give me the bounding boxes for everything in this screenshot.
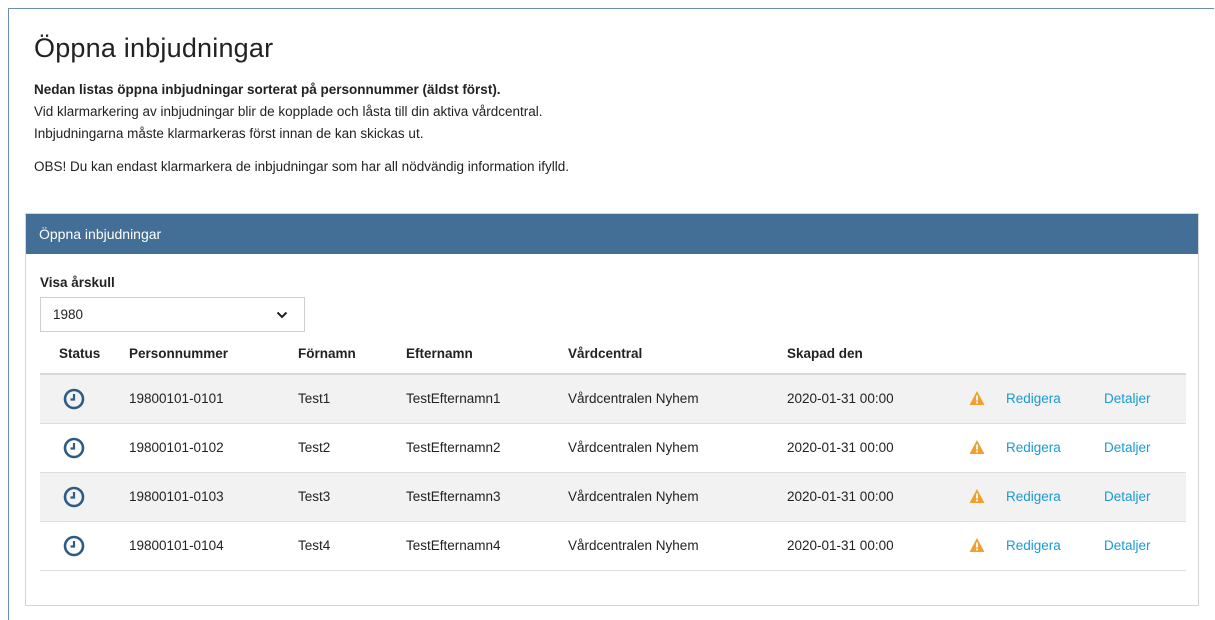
year-select[interactable]: 1980	[40, 297, 305, 332]
page-title: Öppna inbjudningar	[34, 33, 274, 63]
table-row: 19800101-0101 Test1 TestEfternamn1 Vårdc…	[40, 375, 1186, 424]
edit-link[interactable]: Redigera	[1006, 440, 1061, 455]
clock-icon	[63, 486, 85, 508]
intro-line: Inbjudningarna måste klarmarkeras först …	[34, 126, 424, 141]
cell-efternamn: TestEfternamn4	[406, 538, 501, 553]
column-header-fornamn: Förnamn	[298, 346, 356, 361]
details-link[interactable]: Detaljer	[1104, 489, 1151, 504]
cell-efternamn: TestEfternamn2	[406, 440, 501, 455]
cell-fornamn: Test2	[298, 440, 331, 455]
column-header-skapad: Skapad den	[787, 346, 863, 361]
cell-vardcentral: Vårdcentralen Nyhem	[568, 440, 699, 455]
cell-skapad: 2020-01-31 00:00	[787, 489, 894, 504]
cell-efternamn: TestEfternamn3	[406, 489, 501, 504]
obs-note: OBS! Du kan endast klarmarkera de inbjud…	[34, 159, 570, 174]
cell-vardcentral: Vårdcentralen Nyhem	[568, 538, 699, 553]
warning-icon	[969, 538, 985, 552]
warning-icon	[969, 489, 985, 503]
edit-link[interactable]: Redigera	[1006, 391, 1061, 406]
cell-skapad: 2020-01-31 00:00	[787, 440, 894, 455]
table-row: 19800101-0104 Test4 TestEfternamn4 Vårdc…	[40, 522, 1186, 571]
table-row: 19800101-0102 Test2 TestEfternamn2 Vårdc…	[40, 424, 1186, 473]
intro-line: Vid klarmarkering av inbjudningar blir d…	[34, 104, 543, 119]
cell-vardcentral: Vårdcentralen Nyhem	[568, 391, 699, 406]
column-header-efternamn: Efternamn	[406, 346, 473, 361]
cell-efternamn: TestEfternamn1	[406, 391, 501, 406]
cell-fornamn: Test1	[298, 391, 331, 406]
cell-personnummer: 19800101-0103	[129, 489, 224, 504]
details-link[interactable]: Detaljer	[1104, 391, 1151, 406]
edit-link[interactable]: Redigera	[1006, 538, 1061, 553]
column-header-vardcentral: Vårdcentral	[568, 346, 643, 361]
edit-link[interactable]: Redigera	[1006, 489, 1061, 504]
clock-icon	[63, 535, 85, 557]
intro-text: Nedan listas öppna inbjudningar sorterat…	[34, 79, 543, 145]
intro-bold-line: Nedan listas öppna inbjudningar sorterat…	[34, 82, 501, 97]
cell-fornamn: Test4	[298, 538, 331, 553]
cell-fornamn: Test3	[298, 489, 331, 504]
panel-header: Öppna inbjudningar	[26, 214, 1198, 254]
column-header-status: Status	[59, 346, 101, 361]
cell-vardcentral: Vårdcentralen Nyhem	[568, 489, 699, 504]
cell-personnummer: 19800101-0102	[129, 440, 224, 455]
warning-icon	[969, 440, 985, 454]
warning-icon	[969, 391, 985, 405]
year-select-value: 1980	[53, 307, 84, 322]
chevron-down-icon	[276, 311, 288, 319]
clock-icon	[63, 388, 85, 410]
year-filter-label: Visa årskull	[40, 275, 115, 290]
details-link[interactable]: Detaljer	[1104, 440, 1151, 455]
cell-personnummer: 19800101-0101	[129, 391, 224, 406]
column-header-personnummer: Personnummer	[129, 346, 229, 361]
cell-skapad: 2020-01-31 00:00	[787, 391, 894, 406]
clock-icon	[63, 437, 85, 459]
invitations-panel: Öppna inbjudningar Visa årskull 1980 Sta…	[25, 213, 1199, 606]
cell-skapad: 2020-01-31 00:00	[787, 538, 894, 553]
table-row: 19800101-0103 Test3 TestEfternamn3 Vårdc…	[40, 473, 1186, 522]
cell-personnummer: 19800101-0104	[129, 538, 224, 553]
details-link[interactable]: Detaljer	[1104, 538, 1151, 553]
